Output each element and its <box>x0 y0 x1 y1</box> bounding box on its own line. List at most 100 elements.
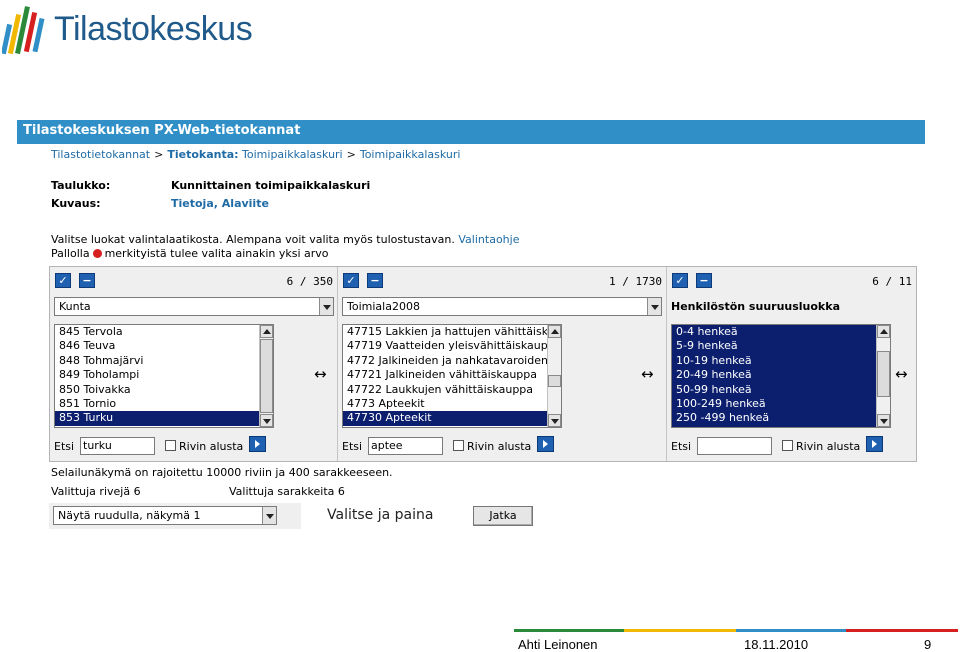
breadcrumb-item-table[interactable]: Toimipaikkalaskuri <box>360 148 461 161</box>
scroll-down-icon[interactable] <box>260 414 273 427</box>
values-listbox[interactable]: 845 Tervola 846 Teuva 848 Tohmajärvi 849… <box>54 324 274 428</box>
list-item-selected[interactable]: 5-9 henkeä <box>672 339 890 354</box>
values-listbox[interactable]: 0-4 henkeä 5-9 henkeä 10-19 henkeä 20-49… <box>671 324 891 428</box>
breadcrumb-item-database[interactable]: Tietokanta: <box>167 148 238 161</box>
footer-author: Ahti Leinonen <box>518 637 598 652</box>
footer-bar-yellow <box>624 629 736 632</box>
view-limit-note: Selailunäkymä on rajoitettu 10000 riviin… <box>51 466 393 479</box>
classification-select[interactable]: Toimiala2008 <box>342 297 662 316</box>
scroll-up-icon[interactable] <box>548 325 561 338</box>
list-item[interactable]: 47722 Laukkujen vähittäiskauppa <box>343 383 561 397</box>
list-item[interactable]: 845 Tervola <box>55 325 273 339</box>
header-band: Tilastokeskuksen PX-Web-tietokannat <box>17 120 925 144</box>
scrollbar[interactable] <box>547 325 561 427</box>
scroll-up-icon[interactable] <box>877 325 890 338</box>
breadcrumb: Tilastotietokannat > Tietokanta: Toimipaik… <box>51 148 461 161</box>
output-layout-select[interactable]: Näytä ruudulla, näkymä 1 <box>53 506 277 525</box>
breadcrumb-item-databases[interactable]: Tilastotietokannat <box>51 148 150 161</box>
scroll-down-icon[interactable] <box>548 414 561 427</box>
list-item-selected[interactable]: 250 -499 henkeä <box>672 411 890 426</box>
table-value: Kunnittainen toimipaikkalaskuri <box>171 179 371 192</box>
panel-personnel-size: ✓ − 6 / 11 Henkilöstön suuruusluokka 0-4… <box>667 267 916 461</box>
footnote-link[interactable]: Alaviite <box>222 197 269 210</box>
search-input[interactable] <box>697 437 772 455</box>
list-item-selected[interactable]: 20-49 henkeä <box>672 368 890 383</box>
list-item[interactable]: 47719 Vaatteiden yleisvähittäiskauppa <box>343 339 561 353</box>
search-label: Etsi <box>342 440 363 453</box>
search-go-button[interactable] <box>866 436 883 452</box>
required-dot-icon <box>92 249 102 258</box>
footer-bar-red <box>846 629 958 632</box>
from-start-label: Rivin alusta <box>796 440 861 453</box>
description-links: Tietoja, Alaviite <box>171 197 269 210</box>
info-link[interactable]: Tietoja <box>171 197 214 210</box>
breadcrumb-item-db-name[interactable]: Toimipaikkalaskuri <box>242 148 343 161</box>
scroll-thumb[interactable] <box>260 339 273 413</box>
list-item[interactable]: 850 Toivakka <box>55 383 273 397</box>
rows-selected: Valittuja rivejä 6 <box>51 485 141 498</box>
from-start-checkbox[interactable] <box>453 440 464 451</box>
scroll-down-icon[interactable] <box>877 414 890 427</box>
from-start-checkbox[interactable] <box>782 440 793 451</box>
values-listbox[interactable]: 47715 Lakkien ja hattujen vähittäiskaupp… <box>342 324 562 428</box>
panel-industry: ✓ − 1 / 1730 Toimiala2008 47715 Lakkien … <box>338 267 667 461</box>
search-go-button[interactable] <box>249 436 266 452</box>
scrollbar[interactable] <box>876 325 890 427</box>
select-all-button[interactable]: ✓ <box>55 273 71 288</box>
deselect-all-button[interactable]: − <box>79 273 95 288</box>
deselect-all-button[interactable]: − <box>367 273 383 288</box>
select-all-button[interactable]: ✓ <box>343 273 359 288</box>
choose-and-press-text: Valitse ja paina <box>327 507 434 523</box>
footer-date: 18.11.2010 <box>744 637 809 652</box>
list-item[interactable]: 848 Tohmajärvi <box>55 354 273 368</box>
selection-count: 6 / 350 <box>286 275 333 288</box>
help-link[interactable]: Valintaohje <box>458 233 519 246</box>
pivot-arrow-icon[interactable]: ↔ <box>895 365 908 383</box>
scrollbar[interactable] <box>259 325 273 427</box>
deselect-all-button[interactable]: − <box>696 273 712 288</box>
search-go-button[interactable] <box>537 436 554 452</box>
continue-button[interactable]: Jatka <box>473 506 533 526</box>
pivot-arrow-icon[interactable]: ↔ <box>641 365 654 383</box>
list-item[interactable]: 4772 Jalkineiden ja nahkatavaroiden v <box>343 354 561 368</box>
footer-bar-blue <box>736 629 846 632</box>
variable-heading: Henkilöstön suuruusluokka <box>671 300 840 313</box>
scroll-thumb[interactable] <box>548 375 561 387</box>
select-all-button[interactable]: ✓ <box>672 273 688 288</box>
search-label: Etsi <box>671 440 692 453</box>
list-item-selected[interactable]: 853 Turku <box>55 411 273 426</box>
list-item[interactable]: 846 Teuva <box>55 339 273 353</box>
list-item[interactable]: 851 Tornio <box>55 397 273 411</box>
footer-page-number: 9 <box>924 637 932 652</box>
list-item-selected[interactable]: 10-19 henkeä <box>672 353 890 369</box>
list-item[interactable]: 849 Toholampi <box>55 368 273 382</box>
logo-text: Tilastokeskus <box>54 10 253 48</box>
variable-selection-area: ✓ − 6 / 350 Kunta 845 Tervola 846 Teuva … <box>49 266 917 462</box>
scroll-up-icon[interactable] <box>260 325 273 338</box>
from-start-label: Rivin alusta <box>179 440 244 453</box>
search-label: Etsi <box>54 440 75 453</box>
chevron-down-icon <box>647 298 661 315</box>
output-layout-box: Näytä ruudulla, näkymä 1 <box>49 503 301 529</box>
columns-selected: Valittuja sarakkeita 6 <box>229 485 345 498</box>
from-start-label: Rivin alusta <box>467 440 532 453</box>
description-label: Kuvaus: <box>51 197 101 210</box>
list-item[interactable]: 47721 Jalkineiden vähittäiskauppa <box>343 368 561 382</box>
instructions-line1: Valitse luokat valintalaatikosta. Alempa… <box>51 233 520 246</box>
search-input[interactable]: aptee <box>368 437 443 455</box>
scroll-thumb[interactable] <box>877 351 890 397</box>
selection-count: 6 / 11 <box>872 275 912 288</box>
list-item-selected[interactable]: 47730 Apteekit <box>343 411 561 426</box>
list-item-selected[interactable]: 50-99 henkeä <box>672 382 890 397</box>
instructions-line2: Pallolla merkityistä tulee valita ainakin… <box>51 247 329 260</box>
list-item-selected[interactable]: 100-249 henkeä <box>672 396 890 412</box>
search-input[interactable]: turku <box>80 437 155 455</box>
pivot-arrow-icon[interactable]: ↔ <box>314 365 327 383</box>
classification-select[interactable]: Kunta <box>54 297 334 316</box>
list-item[interactable]: 4773 Apteekit <box>343 397 561 411</box>
list-item[interactable]: 47715 Lakkien ja hattujen vähittäiskaupp <box>343 325 561 339</box>
selection-count: 1 / 1730 <box>609 275 662 288</box>
chevron-down-icon <box>262 507 276 524</box>
from-start-checkbox[interactable] <box>165 440 176 451</box>
list-item-selected[interactable]: 0-4 henkeä <box>672 325 890 340</box>
